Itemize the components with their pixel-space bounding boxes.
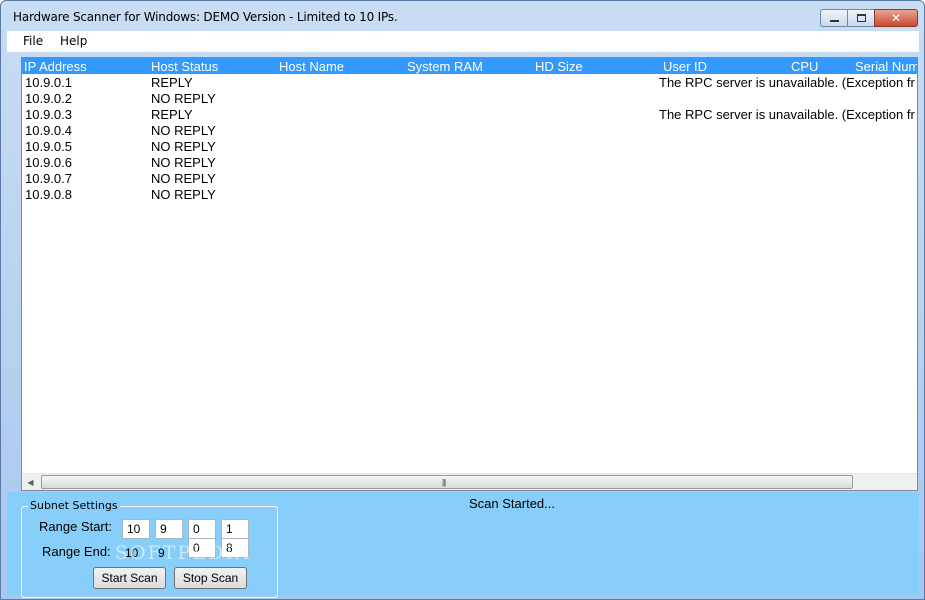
cell-ip: 10.9.0.8 bbox=[25, 187, 72, 202]
minimize-button[interactable] bbox=[820, 9, 848, 27]
window-controls: ✕ bbox=[820, 9, 918, 27]
maximize-icon bbox=[856, 14, 866, 22]
cell-status: NO REPLY bbox=[151, 171, 216, 186]
horizontal-scrollbar[interactable]: ◀ ||| bbox=[22, 473, 917, 490]
table-row[interactable]: 10.9.0.2 NO REPLY bbox=[22, 91, 917, 107]
cell-status: NO REPLY bbox=[151, 123, 216, 138]
menu-file[interactable]: File bbox=[23, 34, 43, 48]
scroll-left-icon[interactable]: ◀ bbox=[22, 474, 39, 490]
settings-panel: Subnet Settings Range Start: 10 9 0 1 Ra… bbox=[7, 492, 919, 598]
grip-icon: ||| bbox=[442, 478, 446, 487]
app-window: Hardware Scanner for Windows: DEMO Versi… bbox=[0, 0, 925, 600]
maximize-button[interactable] bbox=[847, 9, 875, 27]
start-octet-3[interactable]: 0 bbox=[188, 519, 216, 539]
cell-status: NO REPLY bbox=[151, 155, 216, 170]
table-header: IP Address Host Status Host Name System … bbox=[22, 58, 917, 74]
table-row[interactable]: 10.9.0.5 NO REPLY bbox=[22, 139, 917, 155]
scrollbar-thumb[interactable]: ||| bbox=[41, 475, 853, 489]
watermark: SOFTPEDIA bbox=[115, 542, 251, 564]
cell-status: REPLY bbox=[151, 75, 193, 90]
menu-help[interactable]: Help bbox=[60, 34, 87, 48]
table-row[interactable]: 10.9.0.4 NO REPLY bbox=[22, 123, 917, 139]
table-row[interactable]: 10.9.0.6 NO REPLY bbox=[22, 155, 917, 171]
table-row[interactable]: 10.9.0.3 REPLY The RPC server is unavail… bbox=[22, 107, 917, 123]
cell-status: NO REPLY bbox=[151, 139, 216, 154]
start-octet-2[interactable]: 9 bbox=[155, 519, 183, 539]
group-title: Subnet Settings bbox=[28, 499, 120, 512]
cell-ip: 10.9.0.6 bbox=[25, 155, 72, 170]
cell-ip: 10.9.0.3 bbox=[25, 107, 72, 122]
cell-user-id: The RPC server is unavailable. (Exceptio… bbox=[659, 107, 915, 122]
table-row[interactable]: 10.9.0.1 REPLY The RPC server is unavail… bbox=[22, 75, 917, 91]
range-start-label: Range Start: bbox=[39, 519, 112, 534]
start-octet-1[interactable]: 10 bbox=[122, 519, 150, 539]
cell-user-id: The RPC server is unavailable. (Exceptio… bbox=[659, 75, 915, 90]
status-text: Scan Started... bbox=[469, 496, 555, 511]
column-host-status[interactable]: Host Status bbox=[151, 59, 218, 74]
close-icon: ✕ bbox=[890, 11, 902, 25]
cell-ip: 10.9.0.7 bbox=[25, 171, 72, 186]
column-serial-num[interactable]: Serial Num bbox=[855, 59, 917, 74]
column-hd-size[interactable]: HD Size bbox=[535, 59, 583, 74]
column-system-ram[interactable]: System RAM bbox=[407, 59, 483, 74]
cell-status: REPLY bbox=[151, 107, 193, 122]
start-scan-button[interactable]: Start Scan bbox=[93, 567, 166, 589]
close-button[interactable]: ✕ bbox=[874, 9, 918, 27]
cell-ip: 10.9.0.5 bbox=[25, 139, 72, 154]
minimize-icon bbox=[829, 20, 839, 22]
table-row[interactable]: 10.9.0.7 NO REPLY bbox=[22, 171, 917, 187]
stop-scan-button[interactable]: Stop Scan bbox=[174, 567, 247, 589]
cell-status: NO REPLY bbox=[151, 91, 216, 106]
column-host-name[interactable]: Host Name bbox=[279, 59, 344, 74]
results-table[interactable]: IP Address Host Status Host Name System … bbox=[21, 57, 918, 491]
column-user-id[interactable]: User ID bbox=[663, 59, 707, 74]
cell-ip: 10.9.0.2 bbox=[25, 91, 72, 106]
cell-ip: 10.9.0.4 bbox=[25, 123, 72, 138]
menu-bar: File Help bbox=[7, 31, 919, 52]
window-title: Hardware Scanner for Windows: DEMO Versi… bbox=[13, 10, 398, 24]
cell-status: NO REPLY bbox=[151, 187, 216, 202]
range-end-label: Range End: bbox=[42, 544, 111, 559]
start-octet-4[interactable]: 1 bbox=[221, 519, 249, 539]
title-bar[interactable]: Hardware Scanner for Windows: DEMO Versi… bbox=[1, 1, 924, 31]
cell-ip: 10.9.0.1 bbox=[25, 75, 72, 90]
column-cpu[interactable]: CPU bbox=[791, 59, 818, 74]
table-row[interactable]: 10.9.0.8 NO REPLY bbox=[22, 187, 917, 203]
column-ip-address[interactable]: IP Address bbox=[24, 59, 87, 74]
